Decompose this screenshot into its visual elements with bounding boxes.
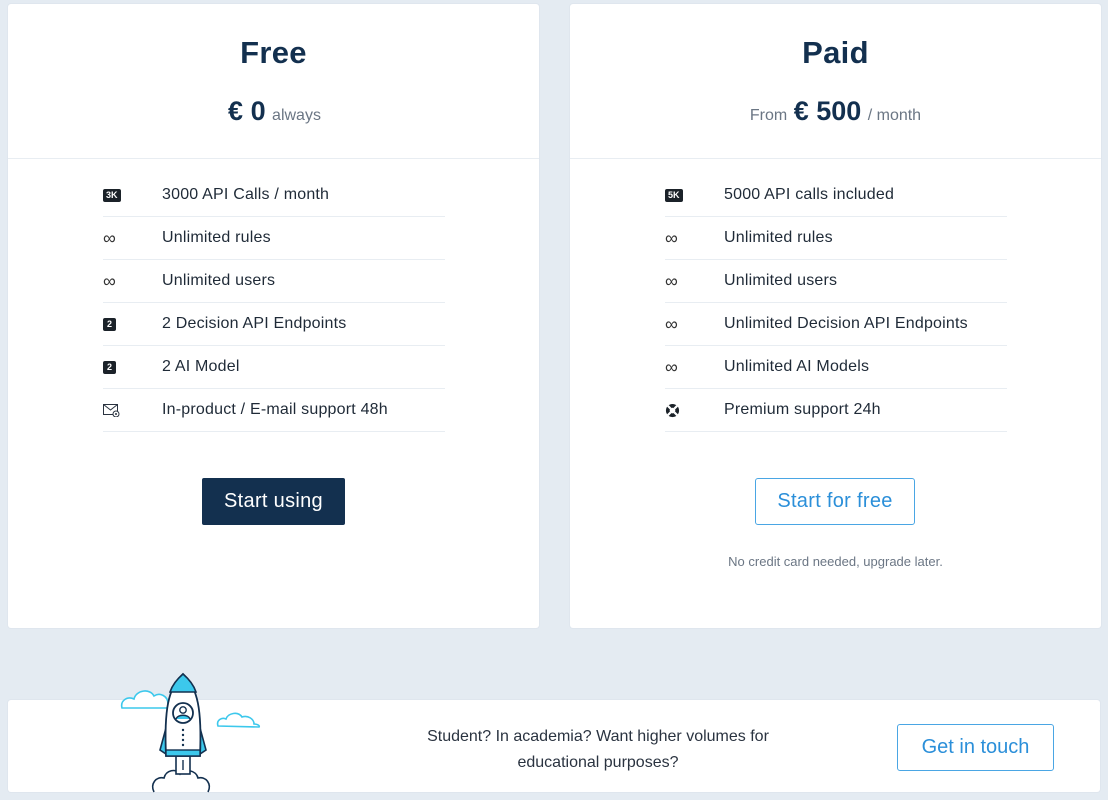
no-credit-card-note: No credit card needed, upgrade later. [728, 554, 943, 569]
badge-5k-icon: 5K [665, 188, 724, 202]
plan-header: Free € 0 always [8, 4, 539, 159]
plan-price-suffix: / month [867, 107, 922, 124]
feature-text: In-product / E-mail support 48h [162, 401, 388, 418]
feature-text: 2 AI Model [162, 358, 240, 375]
plan-price: € 500 [793, 96, 862, 126]
feature-text: Premium support 24h [724, 401, 881, 418]
badge-2-icon: 2 [103, 360, 162, 374]
get-in-touch-button[interactable]: Get in touch [897, 724, 1054, 771]
infinity-icon: ∞ [665, 228, 678, 248]
badge-3k-icon: 3K [103, 188, 162, 202]
feature-text: Unlimited rules [162, 229, 271, 246]
feature-item: In-product / E-mail support 48h [103, 389, 445, 432]
infinity-icon: ∞ [103, 271, 116, 291]
feature-item: Premium support 24h [665, 389, 1007, 432]
lifebuoy-icon [665, 403, 724, 418]
plan-name: Free [240, 35, 307, 70]
feature-text: Unlimited users [162, 272, 276, 289]
infinity-icon: ∞ [665, 357, 678, 377]
plan-price-prefix: From [749, 107, 788, 124]
feature-item: ∞ Unlimited users [665, 260, 1007, 303]
feature-item: ∞ Unlimited AI Models [665, 346, 1007, 389]
badge-2-icon: 2 [103, 317, 162, 331]
banner-text: Student? In academia? Want higher volume… [427, 728, 769, 771]
feature-text: 3000 API Calls / month [162, 186, 330, 203]
plan-card-free: Free € 0 always 3K 3000 API Calls / mont… [8, 4, 539, 628]
start-for-free-button[interactable]: Start for free [755, 478, 915, 525]
feature-list: 5K 5000 API calls included ∞ Unlimited r… [665, 174, 1007, 432]
plan-header: Paid From € 500 / month [570, 4, 1101, 159]
feature-list: 3K 3000 API Calls / month ∞ Unlimited ru… [103, 174, 445, 432]
plan-card-paid: Paid From € 500 / month 5K 5000 API call… [570, 4, 1101, 628]
cloud-right-icon [216, 712, 261, 728]
feature-text: 2 Decision API Endpoints [162, 315, 347, 332]
cloud-left-icon [120, 690, 175, 709]
feature-text: Unlimited rules [724, 229, 833, 246]
feature-item: ∞ Unlimited Decision API Endpoints [665, 303, 1007, 346]
feature-item: 2 2 Decision API Endpoints [103, 303, 445, 346]
plan-price-line: € 0 always [8, 94, 539, 133]
feature-text: Unlimited users [724, 272, 838, 289]
infinity-icon: ∞ [665, 314, 678, 334]
feature-item: ∞ Unlimited rules [103, 217, 445, 260]
feature-item: 2 2 AI Model [103, 346, 445, 389]
infinity-icon: ∞ [103, 228, 116, 248]
email-support-icon [103, 403, 162, 417]
feature-item: 5K 5000 API calls included [665, 174, 1007, 217]
feature-item: 3K 3000 API Calls / month [103, 174, 445, 217]
infinity-icon: ∞ [665, 271, 678, 291]
feature-item: ∞ Unlimited rules [665, 217, 1007, 260]
feature-text: Unlimited AI Models [724, 358, 870, 375]
plan-price-line: From € 500 / month [570, 94, 1101, 133]
plan-name: Paid [802, 35, 869, 70]
start-using-button[interactable]: Start using [202, 478, 345, 525]
feature-text: Unlimited Decision API Endpoints [724, 315, 968, 332]
rocket-illustration [120, 672, 261, 793]
feature-item: ∞ Unlimited users [103, 260, 445, 303]
plan-price: € 0 [228, 96, 266, 126]
feature-text: 5000 API calls included [724, 186, 895, 203]
plan-price-suffix: always [272, 107, 321, 124]
